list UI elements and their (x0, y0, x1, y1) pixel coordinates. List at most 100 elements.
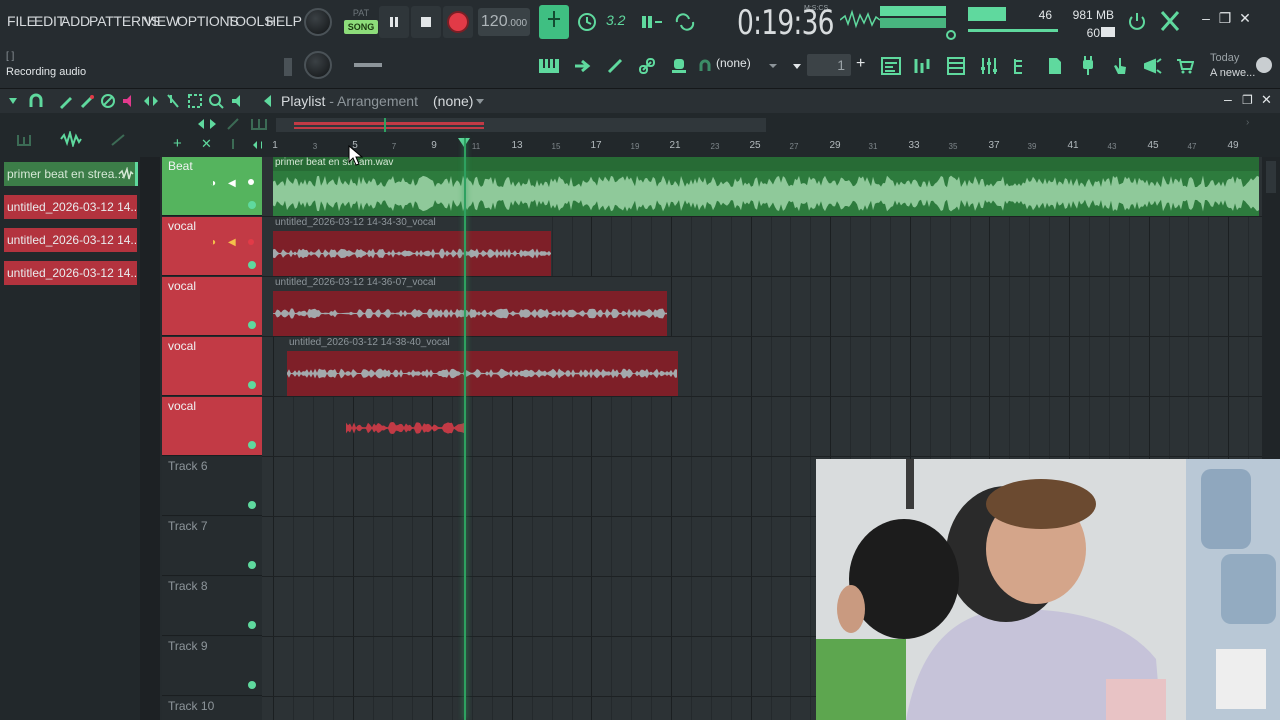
tempo-display[interactable]: 120.000 (478, 8, 530, 36)
draw-tool-button[interactable] (604, 55, 626, 77)
playhead-line[interactable] (464, 138, 466, 720)
overview-scrollbar[interactable] (276, 118, 766, 132)
mixer-button[interactable] (978, 55, 1000, 77)
scroll-right-arrow[interactable]: › (1246, 117, 1249, 128)
step-edit-button[interactable] (639, 10, 665, 34)
scroll-thumb[interactable] (1266, 161, 1276, 193)
browser-arrow-button[interactable] (571, 55, 593, 77)
playback-tool-icon[interactable] (230, 93, 246, 109)
track-record-icon[interactable] (248, 179, 254, 185)
track-name[interactable]: vocal (168, 219, 196, 233)
track-mute-icon[interactable]: ◀ (228, 178, 236, 189)
pause-button[interactable] (379, 6, 409, 38)
track-header-empty[interactable]: Track 6 (162, 457, 262, 516)
picker-automation-icon[interactable] (110, 133, 126, 147)
browser-button[interactable] (1011, 55, 1033, 77)
restore-button[interactable]: ❐ (1217, 10, 1233, 27)
track-mode-icon[interactable] (228, 138, 238, 150)
track-header-vocal[interactable]: vocal (162, 397, 262, 456)
meter-options-icon[interactable] (946, 30, 956, 40)
track-header-vocal[interactable]: vocal ◑ ◀ (162, 217, 262, 276)
track-name[interactable]: vocal (168, 339, 196, 353)
playlist-window-button[interactable] (880, 55, 902, 77)
pointer-tool-button[interactable] (1142, 55, 1164, 77)
track-name[interactable]: Track 8 (168, 579, 208, 593)
mute-tool-icon[interactable] (121, 93, 137, 109)
playlist-play-icon[interactable] (261, 94, 275, 108)
minimize-button[interactable]: – (1198, 10, 1214, 26)
menu-file[interactable]: FILE (7, 13, 36, 29)
arrangement-chevron-icon[interactable] (476, 99, 484, 105)
track-name[interactable]: Beat (168, 159, 193, 173)
track-name[interactable]: Track 7 (168, 519, 208, 533)
channel-rack-button[interactable] (912, 55, 934, 77)
piano-roll-window-button[interactable] (945, 55, 967, 77)
close-button[interactable]: ✕ (1237, 10, 1253, 27)
playlist-maximize-button[interactable]: ❐ (1242, 93, 1253, 107)
track-active-led[interactable] (248, 261, 256, 269)
track-zoom-icon[interactable] (197, 117, 217, 131)
menu-view[interactable]: VIEW (144, 13, 179, 29)
picker-patterns-icon[interactable] (16, 133, 32, 147)
master-volume-knob[interactable] (304, 8, 332, 36)
track-active-led[interactable] (248, 201, 256, 209)
track-active-led[interactable] (248, 441, 256, 449)
plugin-picker-button[interactable] (668, 55, 690, 77)
track-link-icon[interactable] (226, 117, 240, 131)
track-active-led[interactable] (248, 561, 256, 569)
track-monitor-icon[interactable]: ◑ (210, 178, 216, 189)
pitch-slider[interactable] (354, 63, 382, 67)
track-active-led[interactable] (248, 621, 256, 629)
touch-controller-button[interactable] (1109, 55, 1131, 77)
track-record-icon[interactable] (248, 239, 254, 245)
audio-clip-beat[interactable]: primer beat en stream.wav (273, 157, 1259, 216)
panic-button[interactable] (1126, 10, 1148, 32)
pattern-selector[interactable]: (none) (716, 56, 751, 70)
playlist-menu-arrow-icon[interactable] (8, 97, 18, 105)
time-signature-icon[interactable] (250, 117, 268, 131)
slice-tool-icon[interactable] (165, 93, 181, 109)
stop-button[interactable] (411, 6, 441, 38)
link-button[interactable] (636, 55, 658, 77)
countdown-button[interactable]: 3.2 (606, 12, 625, 28)
recording-clip[interactable] (346, 419, 464, 437)
playlist-minimize-button[interactable]: – (1224, 91, 1232, 107)
select-tool-icon[interactable] (187, 93, 203, 109)
master-pitch-knob[interactable] (304, 51, 332, 79)
track-name[interactable]: Track 6 (168, 459, 208, 473)
project-button[interactable] (1044, 55, 1066, 77)
pattern-number-field[interactable]: 1 (807, 54, 851, 76)
wait-for-input-button[interactable] (574, 10, 600, 34)
track-name[interactable]: Track 9 (168, 639, 208, 653)
track-name[interactable]: vocal (168, 399, 196, 413)
track-header-empty[interactable]: Track 8 (162, 577, 262, 636)
track-active-led[interactable] (248, 501, 256, 509)
picker-item-vocal[interactable]: untitled_2026-03-12 14... (4, 228, 137, 252)
picker-audio-icon[interactable] (60, 131, 82, 147)
slip-tool-icon[interactable] (143, 93, 159, 109)
track-name[interactable]: Track 10 (168, 699, 214, 713)
store-button[interactable] (1174, 55, 1196, 77)
menu-add[interactable]: ADD (61, 13, 90, 29)
zoom-tool-icon[interactable] (208, 93, 224, 109)
arrangement-selector[interactable]: (none) (433, 93, 473, 109)
news-avatar[interactable] (1256, 57, 1272, 73)
paint-tool-icon[interactable] (79, 93, 95, 109)
track-mute-icon[interactable]: ◀ (228, 237, 236, 248)
audio-clip-vocal[interactable]: untitled_2026-03-12 14-38-40_vocal (287, 337, 678, 396)
audio-clip-vocal[interactable]: untitled_2026-03-12 14-34-30_vocal (273, 217, 551, 276)
loop-record-button[interactable] (672, 10, 698, 34)
audio-clip-vocal[interactable]: untitled_2026-03-12 14-36-07_vocal (273, 277, 667, 336)
track-active-led[interactable] (248, 681, 256, 689)
pencil-tool-icon[interactable] (58, 93, 74, 109)
track-monitor-icon[interactable]: ◑ (210, 237, 216, 248)
playlist-close-button[interactable]: ✕ (1261, 92, 1272, 108)
track-active-led[interactable] (248, 381, 256, 389)
remove-track-button[interactable]: ✕ (201, 136, 212, 152)
add-track-button[interactable]: + (173, 135, 182, 152)
piano-roll-button[interactable] (538, 55, 560, 77)
timeline-ruler[interactable]: 1 5 9 13 17 21 25 29 33 37 41 45 49 3 7 … (262, 138, 1262, 157)
track-header-vocal[interactable]: vocal (162, 337, 262, 396)
picker-item-vocal[interactable]: untitled_2026-03-12 14... (4, 261, 137, 285)
track-header-beat[interactable]: Beat ◑ ◀ (162, 157, 262, 216)
